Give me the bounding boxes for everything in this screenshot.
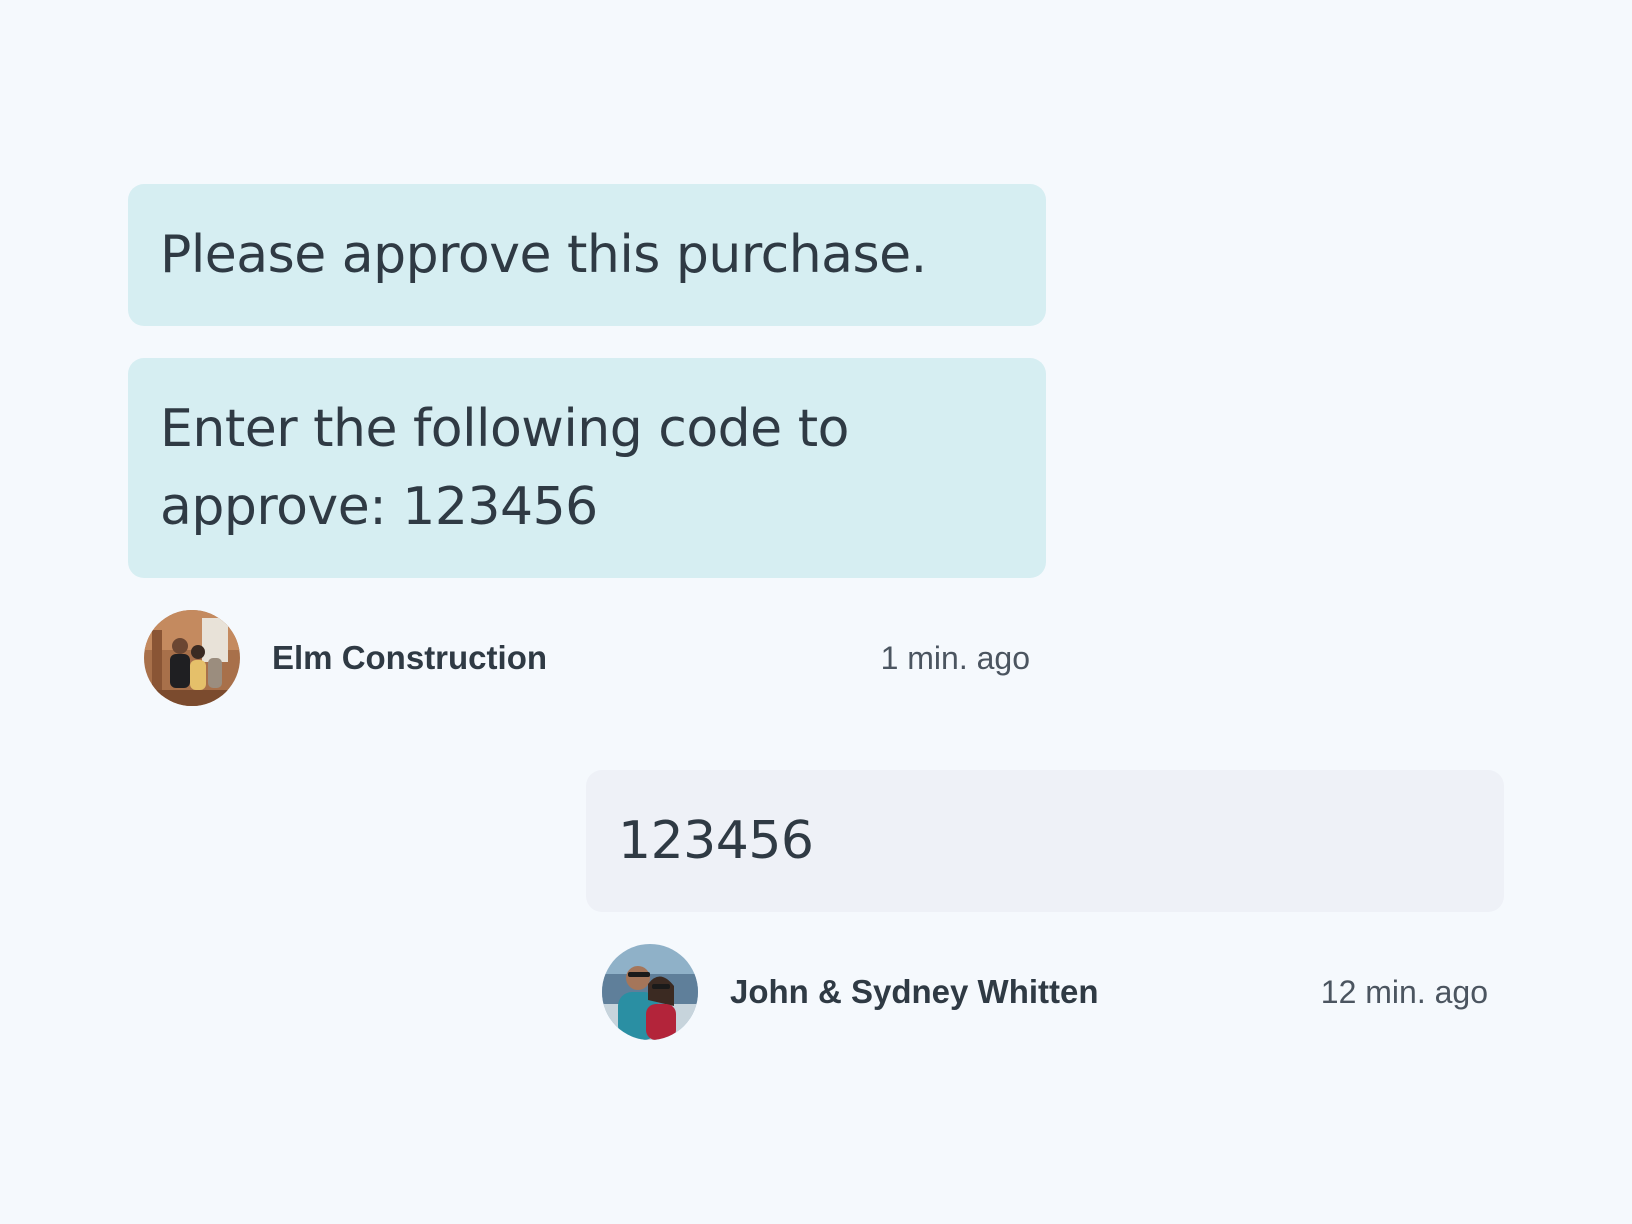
avatar[interactable] — [144, 610, 240, 706]
message-meta: Elm Construction 1 min. ago — [144, 610, 1030, 706]
avatar[interactable] — [602, 944, 698, 1040]
message-text: Enter the following code to approve: 123… — [160, 399, 849, 537]
message-bubble-outgoing: 123456 — [586, 770, 1504, 912]
message-meta: John & Sydney Whitten 12 min. ago — [602, 944, 1488, 1040]
message-text: Please approve this purchase. — [160, 225, 927, 285]
message-bubble-incoming: Please approve this purchase. — [128, 184, 1046, 326]
avatar-photo-icon — [144, 610, 240, 706]
avatar-photo-icon — [602, 944, 698, 1040]
message-bubble-incoming: Enter the following code to approve: 123… — [128, 358, 1046, 578]
timestamp: 12 min. ago — [1320, 973, 1488, 1010]
message-text: 123456 — [618, 811, 814, 871]
sender-name: Elm Construction — [272, 639, 548, 676]
timestamp: 1 min. ago — [880, 639, 1030, 676]
sender-name: John & Sydney Whitten — [730, 973, 1099, 1010]
